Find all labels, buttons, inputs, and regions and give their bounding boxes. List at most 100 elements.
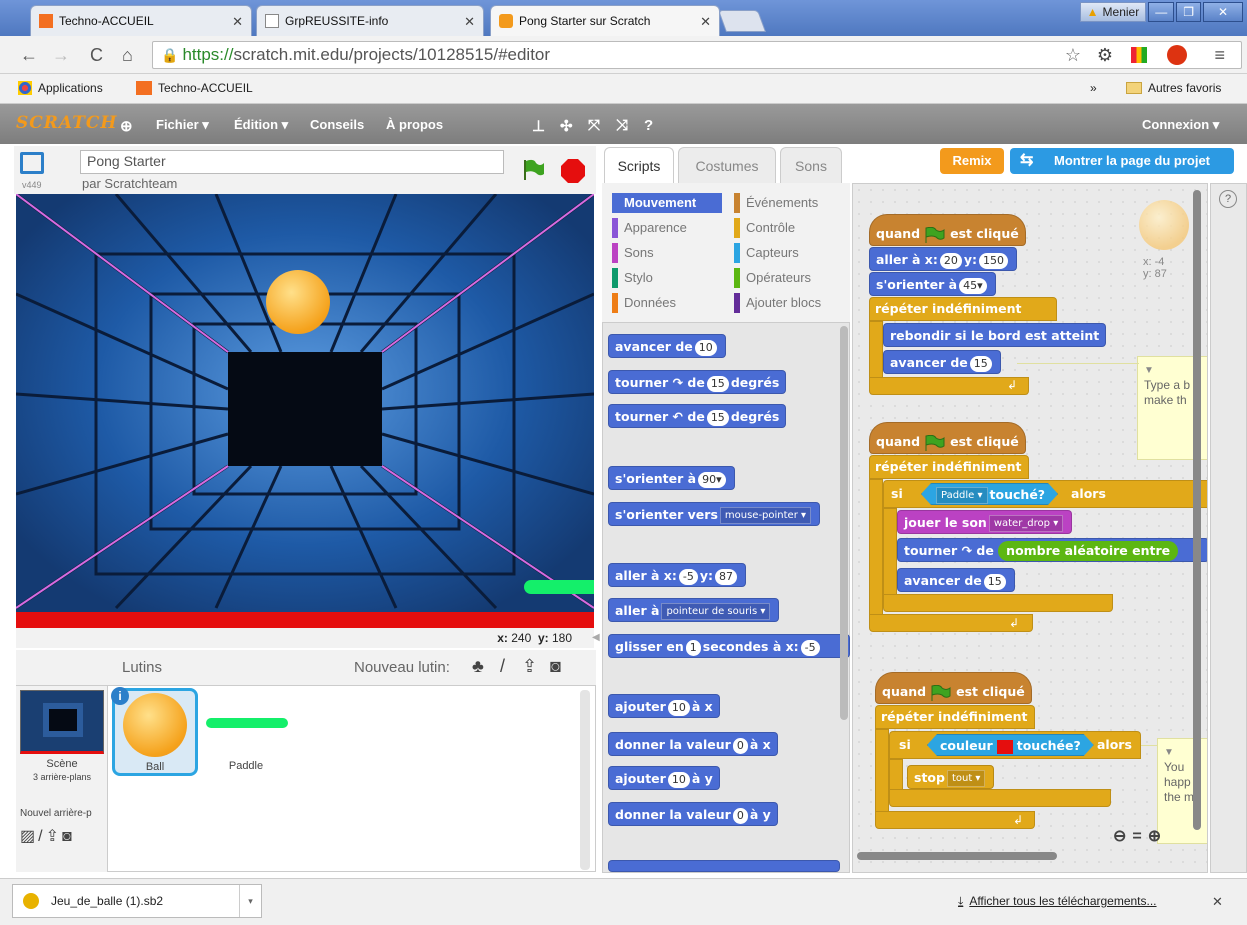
home-icon[interactable]: ⌂ [122, 45, 133, 66]
block-set-y[interactable]: donner la valeur 0 à y [608, 802, 778, 826]
color-touching-sensor-block[interactable]: couleur touchée? [927, 734, 1094, 756]
block-goto-xy[interactable]: aller à x: -5 y: 87 [608, 563, 746, 587]
cut-scissors-icon[interactable]: ✣ [560, 117, 573, 135]
see-project-page-button[interactable]: ⇆ Montrer la page du projet [1010, 148, 1234, 174]
info-icon[interactable]: i [111, 687, 129, 705]
show-all-downloads-link[interactable]: ⤓ Afficher tous les téléchargements... [958, 894, 1157, 909]
project-title-input[interactable]: Pong Starter [80, 150, 504, 174]
category-events[interactable]: Événements [734, 193, 818, 213]
block-point-direction[interactable]: s'orienter à 45▾ [869, 272, 996, 296]
block-turn-left[interactable]: tourner ↶ de 15 degrés [608, 404, 787, 428]
stop-sign-icon[interactable] [560, 158, 586, 184]
block-change-x[interactable]: ajouter 10 à x [608, 694, 720, 718]
address-bar[interactable]: 🔒 https:// scratch.mit.edu/projects/1012… [152, 41, 1242, 69]
zoom-in-icon[interactable]: ⊕ [1148, 828, 1167, 845]
category-motion[interactable]: Mouvement [612, 193, 722, 213]
close-download-bar-icon[interactable]: ✕ [1212, 894, 1223, 910]
scene-thumbnail[interactable] [20, 690, 104, 754]
block-move[interactable]: avancer de 15 [897, 568, 1015, 592]
maximize-button[interactable]: ❐ [1176, 2, 1201, 22]
sprite-tile-ball[interactable]: Ball i [111, 687, 198, 776]
menu-about[interactable]: À propos [386, 117, 443, 132]
sprite-tile-paddle[interactable]: Paddle [202, 688, 290, 776]
block-change-y[interactable]: ajouter 10 à y [608, 766, 720, 790]
hat-green-flag-3[interactable]: quand est cliqué [875, 672, 1032, 704]
browser-tab-3[interactable]: Pong Starter sur Scratch ✕ [490, 5, 720, 36]
user-profile-button[interactable]: ▲ Menier [1079, 2, 1147, 22]
block-partial[interactable] [608, 860, 840, 872]
sprites-scrollbar[interactable] [580, 690, 590, 870]
block-turn-right[interactable]: tourner ↷ de 15 degrés [608, 370, 787, 394]
block-goto[interactable]: aller à pointeur de souris ▾ [608, 598, 780, 622]
collapse-arrow-icon[interactable]: ◀ [592, 632, 600, 643]
paddle-sprite[interactable] [524, 580, 594, 594]
browser-tab-1[interactable]: Techno-ACCUEIL ✕ [30, 5, 252, 36]
tab-sounds[interactable]: Sons [780, 147, 842, 183]
block-stop[interactable]: stop tout ▾ [907, 765, 995, 789]
tab-close-icon[interactable]: ✕ [232, 14, 243, 30]
help-icon[interactable]: ? [644, 117, 653, 134]
palette-scrollbar[interactable] [840, 326, 848, 720]
help-question-icon[interactable]: ? [1219, 190, 1237, 208]
category-pen[interactable]: Stylo [612, 268, 653, 288]
menu-icon[interactable]: ≡ [1214, 45, 1225, 66]
sprite-library-icon[interactable]: ♣ [472, 656, 484, 677]
category-looks[interactable]: Apparence [612, 218, 687, 238]
globe-icon[interactable]: ⊕ [120, 117, 133, 135]
reload-icon[interactable]: C [90, 45, 103, 66]
opera-extension-icon[interactable] [1167, 45, 1187, 65]
camera-icon[interactable]: ◙ [550, 656, 561, 677]
script-area[interactable]: x: -4 y: 87 ▼ Type a b make th ▼ You happ … [852, 183, 1208, 873]
backdrop-tools-icons[interactable]: ▨/⇪◙ [20, 826, 75, 846]
block-move[interactable]: avancer de 15 [883, 350, 1001, 374]
menu-edit[interactable]: Édition ▾ [234, 117, 288, 133]
category-sensing[interactable]: Capteurs [734, 243, 799, 263]
browser-tab-2[interactable]: GrpREUSSITE-info ✕ [256, 5, 484, 36]
zoom-reset-icon[interactable]: = [1132, 828, 1147, 845]
tab-scripts[interactable]: Scripts [604, 147, 674, 183]
upload-icon[interactable]: ⇪ [522, 656, 537, 677]
category-data[interactable]: Données [612, 293, 676, 313]
category-operators[interactable]: Opérateurs [734, 268, 811, 288]
zoom-out-icon[interactable]: ⊖ [1113, 828, 1132, 845]
analytics-extension-icon[interactable] [1131, 47, 1147, 63]
fullscreen-icon[interactable] [20, 152, 44, 174]
block-glide[interactable]: glisser en 1 secondes à x: -5 [608, 634, 850, 658]
login-button[interactable]: Connexion ▾ [1142, 117, 1219, 133]
script-horizontal-scrollbar[interactable] [857, 852, 1057, 860]
touching-sensor-block[interactable]: Paddle ▾ touché? [921, 483, 1058, 505]
stage-canvas[interactable] [16, 194, 594, 628]
block-point-towards[interactable]: s'orienter vers mouse-pointer ▾ [608, 502, 821, 526]
ball-sprite[interactable] [266, 270, 330, 334]
duplicate-stamp-icon[interactable]: ⊥ [532, 117, 545, 135]
techno-bookmark[interactable]: Techno-ACCUEIL [136, 81, 253, 95]
tab-costumes[interactable]: Costumes [678, 147, 776, 183]
minimize-button[interactable]: — [1148, 2, 1175, 22]
script-vertical-scrollbar[interactable] [1193, 190, 1201, 830]
close-window-button[interactable]: ✕ [1203, 2, 1243, 22]
block-set-x[interactable]: donner la valeur 0 à x [608, 732, 778, 756]
scratch-logo[interactable]: SCRATCH [16, 113, 117, 133]
grow-icon[interactable]: ⤧ [588, 117, 600, 134]
tab-close-icon[interactable]: ✕ [700, 14, 711, 30]
more-bookmarks-button[interactable]: » [1090, 81, 1097, 95]
menu-file[interactable]: Fichier ▾ [156, 117, 209, 133]
block-play-sound[interactable]: jouer le son water_drop ▾ [897, 510, 1073, 534]
block-move[interactable]: avancer de 10 [608, 334, 726, 358]
category-control[interactable]: Contrôle [734, 218, 795, 238]
hat-green-flag-2[interactable]: quand est cliqué [869, 422, 1026, 454]
download-item[interactable]: Jeu_de_balle (1).sb2 ▾ [12, 884, 262, 918]
block-point-direction[interactable]: s'orienter à 90▾ [608, 466, 735, 490]
paint-brush-icon[interactable]: / [500, 656, 505, 677]
block-turn-random[interactable]: tourner ↷ de nombre aléatoire entre [897, 538, 1207, 562]
download-menu-chevron-icon[interactable]: ▾ [239, 885, 261, 917]
tab-close-icon[interactable]: ✕ [464, 14, 475, 30]
hat-green-flag-1[interactable]: quand est cliqué [869, 214, 1026, 246]
extension-gear-icon[interactable]: ⚙ [1097, 45, 1113, 66]
remix-button[interactable]: Remix [940, 148, 1004, 174]
back-arrow-icon[interactable]: ← [20, 45, 38, 66]
menu-tips[interactable]: Conseils [310, 117, 364, 132]
green-flag-icon[interactable] [522, 158, 546, 182]
block-bounce[interactable]: rebondir si le bord est atteint [883, 323, 1107, 347]
forward-arrow-icon[interactable]: → [52, 45, 70, 66]
